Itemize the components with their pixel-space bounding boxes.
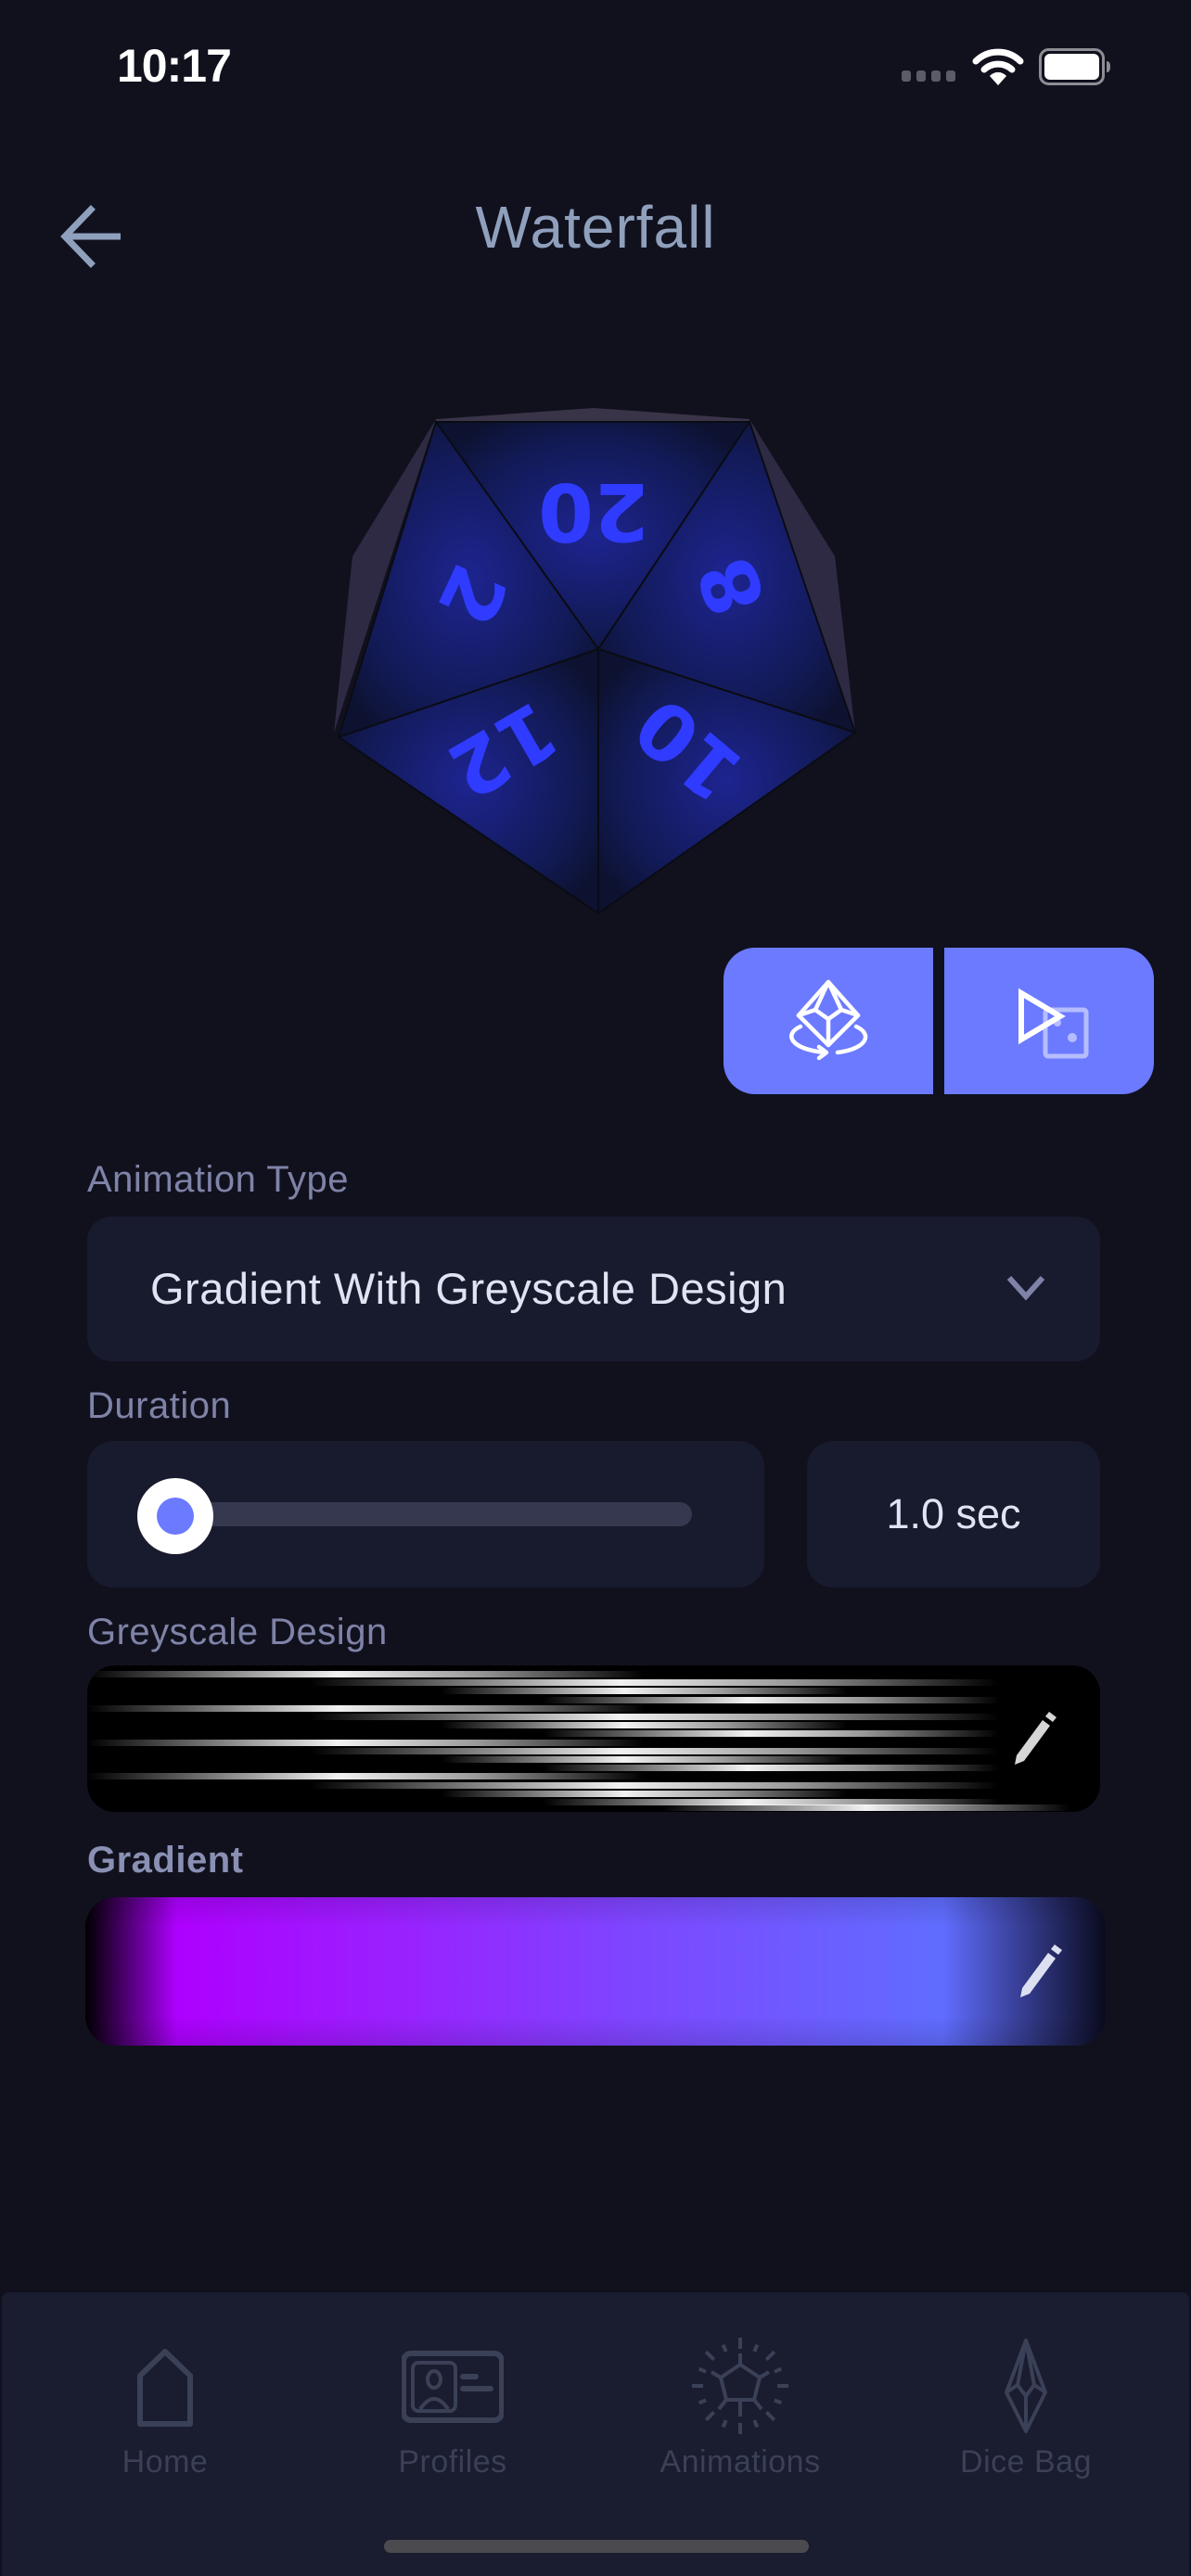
duration-slider-track[interactable] [180, 1502, 692, 1526]
ray [721, 2419, 728, 2429]
pencil-icon [1020, 1945, 1062, 1997]
status-time: 10:17 [117, 40, 232, 92]
home-icon [137, 2349, 193, 2427]
duration-value-box[interactable]: 1.0 sec [807, 1441, 1100, 1588]
greyscale-stripe [662, 1804, 1070, 1811]
tab-animations[interactable]: Animations [629, 2335, 852, 2480]
ray [764, 2350, 776, 2362]
profile-card-icon [402, 2351, 504, 2423]
tab-label: Home [122, 2444, 209, 2480]
ray [752, 2419, 760, 2429]
greyscale-stripe [543, 1696, 999, 1703]
signal-icon [902, 70, 955, 82]
greyscale-stripe [442, 1722, 847, 1729]
rotate-preview-button[interactable] [724, 948, 933, 1094]
animation-type-select[interactable]: Gradient With Greyscale Design [87, 1217, 1100, 1361]
duration-slider-thumb[interactable] [137, 1478, 213, 1554]
greyscale-stripe [87, 1773, 645, 1780]
preview-actions [724, 948, 1154, 1094]
die-preview[interactable]: 20 2 8 12 10 [315, 389, 872, 927]
ray [704, 2410, 716, 2422]
ray [774, 2366, 783, 2374]
animations-icon [692, 2338, 788, 2434]
greyscale-stripe [442, 1756, 847, 1763]
greyscale-stripe [442, 1688, 847, 1695]
greyscale-stripe [310, 1714, 999, 1720]
ray [721, 2343, 728, 2353]
home-indicator[interactable] [384, 2540, 809, 2553]
greyscale-stripe [543, 1765, 999, 1772]
play-on-die-button[interactable] [944, 948, 1154, 1094]
gradient-preview[interactable] [85, 1897, 1106, 2046]
tab-label: Animations [660, 2444, 821, 2480]
greyscale-stripe [87, 1704, 645, 1712]
animation-type-label: Animation Type [87, 1159, 349, 1200]
ray [764, 2410, 776, 2422]
gradient-label: Gradient [87, 1840, 244, 1881]
pencil-icon [1015, 1712, 1057, 1765]
animation-type-value: Gradient With Greyscale Design [150, 1264, 788, 1313]
page-title: Waterfall [475, 194, 716, 261]
tab-label: Profiles [398, 2444, 507, 2480]
greyscale-stripe [310, 1679, 999, 1687]
duration-slider-container [87, 1441, 764, 1588]
battery-icon [1039, 48, 1110, 85]
tab-home[interactable]: Home [54, 2335, 276, 2480]
ray [698, 2398, 707, 2405]
greyscale-stripe [87, 1739, 645, 1746]
dice-bag-icon [1005, 2339, 1047, 2433]
tab-bar: Home Profiles Animations Dice Bag [2, 2292, 1189, 2576]
ray [752, 2343, 760, 2353]
greyscale-stripe [310, 1747, 999, 1754]
play-die-icon [1018, 988, 1089, 1059]
greyscale-stripe [87, 1671, 645, 1677]
greyscale-stripe [310, 1781, 999, 1789]
greyscale-design-label: Greyscale Design [87, 1612, 388, 1652]
tab-label: Dice Bag [960, 2444, 1092, 2480]
ray [774, 2398, 783, 2405]
greyscale-stripe [442, 1790, 847, 1797]
chevron-down-icon [1006, 1275, 1045, 1301]
rotate-die-icon [789, 979, 868, 1061]
die-number: 20 [538, 465, 649, 557]
ray [704, 2350, 716, 2362]
gradient-shade [85, 1897, 1106, 2046]
greyscale-stripe [543, 1730, 999, 1738]
greyscale-design-preview[interactable] [87, 1665, 1100, 1812]
tab-profiles[interactable]: Profiles [341, 2335, 564, 2480]
wifi-icon [972, 48, 1024, 85]
ray [698, 2366, 707, 2374]
slider-thumb-dot [157, 1498, 194, 1535]
tab-dice-bag[interactable]: Dice Bag [915, 2335, 1137, 2480]
duration-value: 1.0 sec [886, 1490, 1021, 1537]
duration-label: Duration [87, 1385, 232, 1426]
